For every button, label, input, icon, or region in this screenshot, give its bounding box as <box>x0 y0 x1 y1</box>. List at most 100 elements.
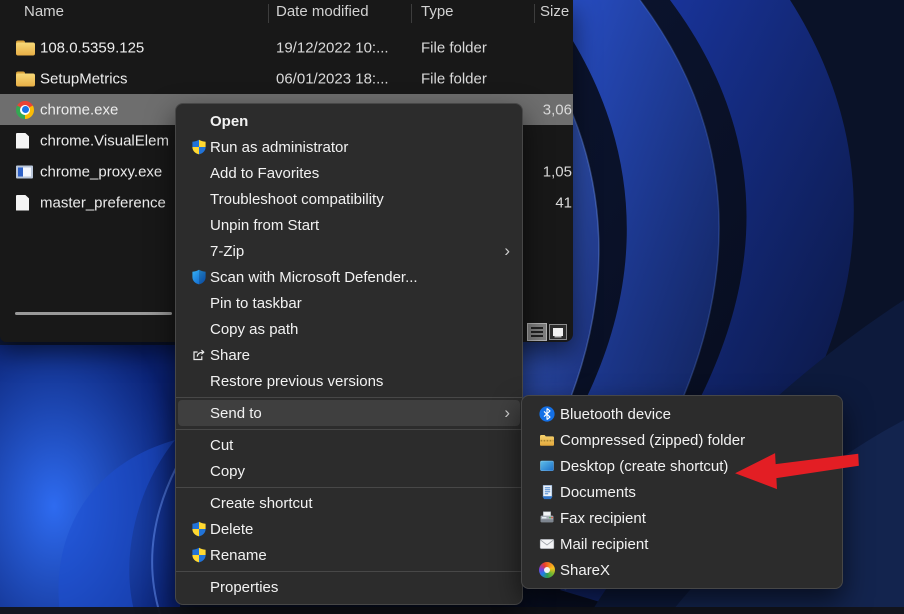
menu-item-add-to-favorites[interactable]: Add to Favorites <box>178 160 520 186</box>
menu-item-copy-as-path[interactable]: Copy as path <box>178 316 520 342</box>
column-name[interactable]: Name <box>24 3 64 20</box>
submenu-item-mail-recipient[interactable]: Mail recipient <box>524 531 840 557</box>
document-icon <box>16 195 29 211</box>
menu-separator <box>176 487 522 488</box>
column-divider[interactable] <box>411 4 412 23</box>
thumbnail-view-button[interactable] <box>549 324 567 340</box>
file-name: master_preference <box>40 194 166 211</box>
icon-slot <box>188 436 210 454</box>
column-divider[interactable] <box>534 4 535 23</box>
file-name: chrome.exe <box>40 101 118 118</box>
menu-item-run-as-administrator[interactable]: Run as administrator <box>178 134 520 160</box>
menu-item-label: Restore previous versions <box>210 373 383 390</box>
menu-item-label: 7-Zip <box>210 243 244 260</box>
submenu-item-fax-recipient[interactable]: Fax recipient <box>524 505 840 531</box>
column-type[interactable]: Type <box>421 3 454 20</box>
icon-slot <box>188 372 210 390</box>
uac-shield-icon <box>188 546 210 564</box>
column-date-modified[interactable]: Date modified <box>276 3 369 20</box>
menu-item-send-to[interactable]: Send to <box>178 400 520 426</box>
file-size: 3,06 <box>534 101 572 118</box>
menu-item-label: Mail recipient <box>560 536 648 553</box>
menu-item-label: Copy as path <box>210 321 298 338</box>
menu-item-label: Desktop (create shortcut) <box>560 458 728 475</box>
chevron-right-icon <box>504 242 510 261</box>
horizontal-scrollbar[interactable] <box>15 312 172 315</box>
menu-item-rename[interactable]: Rename <box>178 542 520 568</box>
menu-item-open[interactable]: Open <box>178 108 520 134</box>
fax-icon <box>534 509 560 527</box>
column-divider[interactable] <box>268 4 269 23</box>
menu-item-cut[interactable]: Cut <box>178 432 520 458</box>
file-size: 41 <box>534 194 572 211</box>
icon-slot <box>188 164 210 182</box>
menu-item-properties[interactable]: Properties <box>178 574 520 600</box>
menu-item-unpin-from-start[interactable]: Unpin from Start <box>178 212 520 238</box>
menu-item-label: Send to <box>210 405 262 422</box>
mail-icon <box>534 535 560 553</box>
menu-item-scan-with-defender[interactable]: Scan with Microsoft Defender... <box>178 264 520 290</box>
menu-separator <box>176 397 522 398</box>
chrome-icon <box>16 101 34 119</box>
menu-item-delete[interactable]: Delete <box>178 516 520 542</box>
sharex-icon <box>534 561 560 579</box>
menu-item-label: ShareX <box>560 562 610 579</box>
chevron-right-icon <box>504 404 510 423</box>
file-row-folder[interactable]: 108.0.5359.125 19/12/2022 10:... File fo… <box>0 32 573 63</box>
file-type: File folder <box>421 70 487 87</box>
bluetooth-icon <box>534 405 560 423</box>
menu-item-create-shortcut[interactable]: Create shortcut <box>178 490 520 516</box>
documents-icon <box>534 483 560 501</box>
icon-slot <box>188 242 210 260</box>
file-name: chrome.VisualElem <box>40 132 169 149</box>
folder-icon <box>16 40 35 55</box>
menu-item-troubleshoot-compatibility[interactable]: Troubleshoot compatibility <box>178 186 520 212</box>
submenu-item-sharex[interactable]: ShareX <box>524 557 840 583</box>
menu-item-label: Rename <box>210 547 267 564</box>
menu-item-pin-to-taskbar[interactable]: Pin to taskbar <box>178 290 520 316</box>
list-view-button[interactable] <box>527 323 547 341</box>
file-name: chrome_proxy.exe <box>40 163 162 180</box>
file-date: 06/01/2023 18:... <box>276 70 389 87</box>
desktop-screen: Name Date modified Type Size 108.0.5359.… <box>0 0 904 614</box>
menu-item-label: Unpin from Start <box>210 217 319 234</box>
menu-item-label: Create shortcut <box>210 495 313 512</box>
icon-slot <box>188 578 210 596</box>
icon-slot <box>188 320 210 338</box>
menu-item-label: Open <box>210 113 248 130</box>
red-arrow-annotation <box>731 445 863 496</box>
submenu-item-bluetooth-device[interactable]: Bluetooth device <box>524 401 840 427</box>
menu-item-restore-previous-versions[interactable]: Restore previous versions <box>178 368 520 394</box>
menu-item-label: Pin to taskbar <box>210 295 302 312</box>
file-type: File folder <box>421 39 487 56</box>
file-row-folder[interactable]: SetupMetrics 06/01/2023 18:... File fold… <box>0 63 573 94</box>
zipped-folder-icon <box>534 431 560 449</box>
menu-item-label: Properties <box>210 579 278 596</box>
desktop-icon <box>534 457 560 475</box>
menu-item-label: Copy <box>210 463 245 480</box>
folder-icon <box>16 71 35 86</box>
column-size[interactable]: Size <box>540 3 569 20</box>
menu-item-copy[interactable]: Copy <box>178 458 520 484</box>
icon-slot <box>188 494 210 512</box>
menu-item-label: Run as administrator <box>210 139 348 156</box>
menu-item-label: Documents <box>560 484 636 501</box>
menu-item-label: Bluetooth device <box>560 406 671 423</box>
thumbnail-view-icon <box>553 328 563 336</box>
menu-item-share[interactable]: Share <box>178 342 520 368</box>
menu-item-label: Share <box>210 347 250 364</box>
icon-slot <box>188 112 210 130</box>
icon-slot <box>188 462 210 480</box>
document-icon <box>16 133 29 149</box>
menu-item-label: Scan with Microsoft Defender... <box>210 269 418 286</box>
menu-item-label: Fax recipient <box>560 510 646 527</box>
defender-shield-icon <box>188 268 210 286</box>
icon-slot <box>188 190 210 208</box>
menu-item-label: Add to Favorites <box>210 165 319 182</box>
list-view-icon <box>531 327 543 338</box>
app-window-icon <box>16 165 33 178</box>
file-date: 19/12/2022 10:... <box>276 39 389 56</box>
menu-item-7zip[interactable]: 7-Zip <box>178 238 520 264</box>
file-size: 1,05 <box>534 163 572 180</box>
uac-shield-icon <box>188 138 210 156</box>
